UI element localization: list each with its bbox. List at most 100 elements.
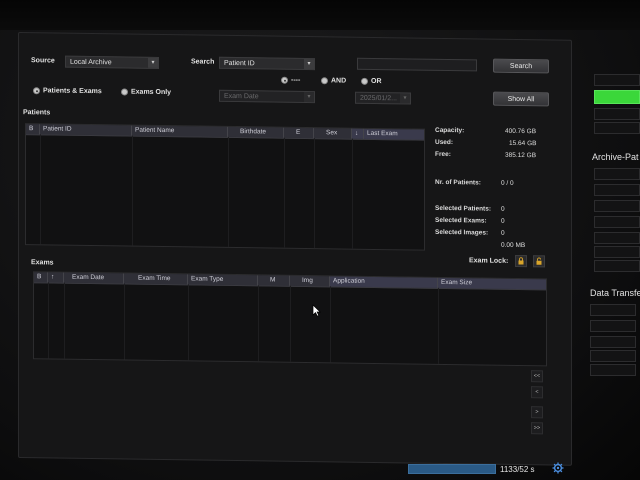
archive-field-1[interactable] xyxy=(594,168,640,180)
search-field-value: Patient ID xyxy=(224,59,255,68)
free-label: Free: xyxy=(435,150,451,159)
radio-and-label: AND xyxy=(331,77,347,85)
capacity-label: Capacity: xyxy=(435,126,465,135)
gear-icon[interactable] xyxy=(552,462,564,474)
data-transfer-heading: Data Transfe xyxy=(590,288,640,298)
radio-patients-exams-label: Patients & Exams xyxy=(43,87,102,96)
selected-images-value: 0 xyxy=(501,229,505,237)
radio-dot-icon xyxy=(321,77,328,85)
show-all-button[interactable]: Show All xyxy=(493,91,549,107)
transfer-field-2[interactable] xyxy=(590,320,636,332)
patients-col-sex[interactable]: Sex xyxy=(314,128,352,139)
patients-col-patient-name[interactable]: Patient Name xyxy=(132,125,228,137)
lock-icon xyxy=(518,257,524,265)
exam-date-dropdown[interactable]: Exam Date ▾ xyxy=(219,89,315,104)
right-panel-field xyxy=(594,74,640,86)
source-dropdown[interactable]: Local Archive ▾ xyxy=(65,55,159,69)
patients-col-e[interactable]: E xyxy=(284,127,314,139)
status-indicator xyxy=(594,90,640,104)
first-page-button[interactable]: << xyxy=(531,370,543,383)
progress-text: 1133/52 s xyxy=(500,465,535,474)
exam-lock-label: Exam Lock: xyxy=(469,257,509,265)
transfer-field-3[interactable] xyxy=(590,336,636,348)
date-picker-value: 2025/01/2... xyxy=(360,94,397,103)
free-value: 385.12 GB xyxy=(505,151,537,160)
transfer-field-4[interactable] xyxy=(590,350,636,362)
exams-col-b[interactable]: B xyxy=(34,272,48,283)
archive-panel: Source Local Archive ▾ Search Patient ID… xyxy=(18,32,572,466)
patients-table[interactable]: B Patient ID Patient Name Birthdate E Se… xyxy=(25,123,425,251)
selected-exams-value: 0 xyxy=(501,217,505,225)
patients-col-patient-id[interactable]: Patient ID xyxy=(40,124,132,136)
patients-col-b[interactable]: B xyxy=(26,124,40,135)
mouse-cursor-icon xyxy=(312,304,321,317)
transfer-field-5[interactable] xyxy=(590,364,636,376)
radio-exams-only[interactable]: Exams Only xyxy=(121,88,171,96)
search-input[interactable] xyxy=(357,57,477,72)
radio-none[interactable]: ---- xyxy=(281,76,301,84)
radio-dot-icon xyxy=(361,77,368,85)
radio-or[interactable]: OR xyxy=(361,77,382,86)
right-panel-field xyxy=(594,122,640,134)
source-dropdown-value: Local Archive xyxy=(70,58,112,67)
exams-col-m[interactable]: M xyxy=(258,275,290,286)
archive-heading: Archive-Pat xyxy=(592,152,639,162)
capacity-value: 400.76 GB xyxy=(505,127,537,136)
exams-col-sort[interactable]: ↑ xyxy=(48,272,64,283)
archive-field-6[interactable] xyxy=(594,246,640,258)
radio-none-label: ---- xyxy=(291,76,301,84)
archive-field-3[interactable] xyxy=(594,200,640,212)
exams-title: Exams xyxy=(31,259,54,267)
archive-field-5[interactable] xyxy=(594,232,640,244)
search-button[interactable]: Search xyxy=(493,58,549,74)
nr-patients-value: 0 / 0 xyxy=(501,179,514,187)
chevron-down-icon: ▾ xyxy=(148,57,158,68)
chevron-down-icon: ▾ xyxy=(304,91,314,103)
radio-and[interactable]: AND xyxy=(321,77,347,85)
screen: Source Local Archive ▾ Search Patient ID… xyxy=(0,0,640,480)
exams-col-exam-type[interactable]: Exam Type xyxy=(188,274,258,286)
exams-col-exam-date[interactable]: Exam Date xyxy=(64,272,124,284)
search-field-dropdown[interactable]: Patient ID ▾ xyxy=(219,56,315,71)
radio-patients-exams[interactable]: Patients & Exams xyxy=(33,87,102,95)
progress-bar xyxy=(408,464,496,474)
archive-field-7[interactable] xyxy=(594,260,640,272)
patients-col-birthdate[interactable]: Birthdate xyxy=(228,126,284,138)
archive-field-2[interactable] xyxy=(594,184,640,196)
radio-or-label: OR xyxy=(371,77,382,86)
unlock-icon xyxy=(536,257,542,265)
patients-col-sort[interactable]: ↓ xyxy=(352,128,364,139)
selected-images-label: Selected Images: xyxy=(435,228,489,237)
selected-exams-label: Selected Exams: xyxy=(435,216,487,225)
selected-patients-value: 0 xyxy=(501,205,505,213)
radio-exams-only-label: Exams Only xyxy=(131,88,172,97)
exams-col-exam-time[interactable]: Exam Time xyxy=(124,273,188,285)
transfer-field-1[interactable] xyxy=(590,304,636,316)
last-page-button[interactable]: >> xyxy=(531,422,543,435)
exams-col-img[interactable]: Img xyxy=(290,275,330,287)
date-picker[interactable]: 2025/01/2... ▾ xyxy=(355,91,411,105)
archive-field-4[interactable] xyxy=(594,216,640,228)
patients-table-header: B Patient ID Patient Name Birthdate E Se… xyxy=(26,124,424,141)
used-value: 15.64 GB xyxy=(509,139,537,148)
exams-col-exam-size[interactable]: Exam Size xyxy=(438,277,546,290)
patients-title: Patients xyxy=(23,109,51,117)
source-label: Source xyxy=(31,57,55,65)
right-panel: Archive-Pat Data Transfe xyxy=(588,60,640,480)
chevron-down-icon: ▾ xyxy=(304,58,314,70)
exam-date-value: Exam Date xyxy=(224,92,259,101)
right-panel-field xyxy=(594,108,640,120)
exams-table[interactable]: B ↑ Exam Date Exam Time Exam Type M Img … xyxy=(33,271,547,367)
exams-col-application[interactable]: Application xyxy=(330,276,438,288)
radio-dot-icon xyxy=(121,88,128,96)
selected-patients-label: Selected Patients: xyxy=(435,204,491,213)
nr-patients-label: Nr. of Patients: xyxy=(435,178,481,187)
monitor-bezel xyxy=(0,0,640,30)
prev-page-button[interactable]: < xyxy=(531,386,543,399)
patients-col-last-exam[interactable]: Last Exam xyxy=(364,128,424,140)
selected-size-value: 0.00 MB xyxy=(501,241,526,250)
radio-dot-icon xyxy=(281,76,288,84)
unlock-button[interactable] xyxy=(533,255,545,268)
next-page-button[interactable]: > xyxy=(531,406,543,419)
lock-button[interactable] xyxy=(515,254,527,268)
